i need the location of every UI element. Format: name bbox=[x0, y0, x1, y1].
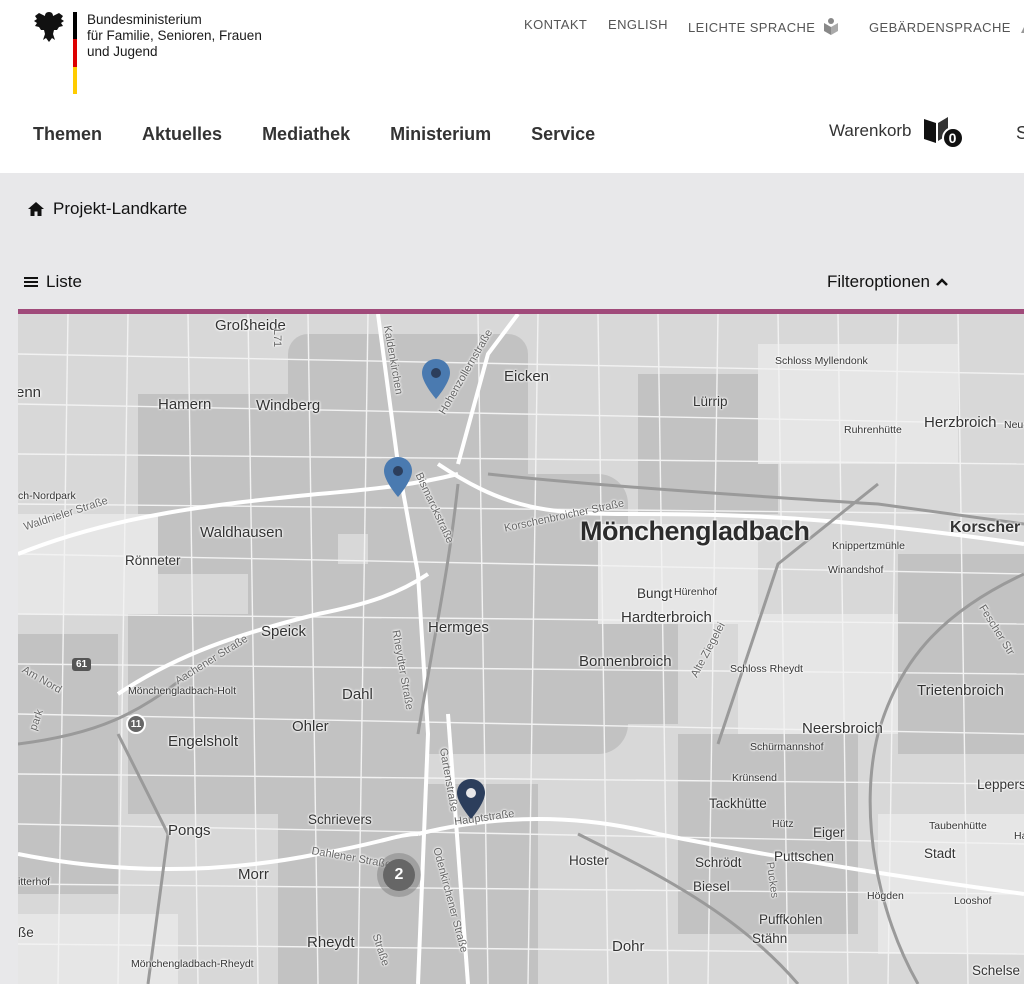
label-stadt: Stadt bbox=[924, 846, 956, 861]
project-marker-pin-1[interactable] bbox=[421, 358, 451, 400]
label-korschenbroich: Korscher bbox=[950, 519, 1021, 536]
label-hardterbroich: Hardterbroich bbox=[621, 609, 712, 626]
label-trietenbroich: Trietenbroich bbox=[917, 682, 1004, 699]
label-huerenhof: Hürenhof bbox=[674, 586, 718, 598]
marker-cluster[interactable]: 2 bbox=[377, 853, 421, 897]
label-tackhuette: Tackhütte bbox=[709, 796, 767, 811]
label-staehn: Stähn bbox=[752, 931, 788, 946]
search-link[interactable]: S bbox=[1016, 123, 1024, 144]
label-herzbroich: Herzbroich bbox=[924, 414, 997, 431]
label-schroedt: Schrödt bbox=[695, 855, 742, 870]
label-kruensend: Krünsend bbox=[732, 772, 777, 784]
label-dohr: Dohr bbox=[612, 938, 645, 955]
label-ha: Ha bbox=[1014, 830, 1024, 842]
label-winandshof: Winandshof bbox=[828, 564, 884, 576]
label-knippertzmuehle: Knippertzmühle bbox=[832, 540, 905, 552]
map-tiles[interactable] bbox=[18, 314, 1024, 984]
label-eiger: Eiger bbox=[813, 825, 845, 840]
label-huetz: Hütz bbox=[772, 818, 794, 830]
label-hoegden: Högden bbox=[867, 890, 904, 902]
label-mg-rheydt: Mönchengladbach-Rheydt bbox=[131, 958, 254, 970]
cart-button[interactable]: Warenkorb 0 bbox=[829, 113, 964, 149]
breadcrumb-current: Projekt-Landkarte bbox=[53, 199, 188, 218]
label-morr: Morr bbox=[238, 866, 269, 883]
english-link[interactable]: ENGLISH bbox=[608, 17, 668, 32]
kontakt-link[interactable]: KONTAKT bbox=[524, 17, 587, 32]
nav-mediathek[interactable]: Mediathek bbox=[262, 124, 350, 145]
project-marker-pin-3[interactable] bbox=[456, 778, 486, 820]
label-enn: enn bbox=[18, 384, 42, 401]
label-schloss-myllendonk: Schloss Myllendonk bbox=[775, 355, 868, 367]
list-icon bbox=[24, 277, 38, 287]
label-moenchengladbach-holt: Mönchengladbach-Holt bbox=[128, 685, 236, 697]
label-leppers: Leppers bbox=[977, 777, 1024, 792]
motorway-shield-a61: 61 bbox=[72, 658, 92, 671]
label-hoster: Hoster bbox=[569, 853, 609, 868]
label-puffkohlen: Puffkohlen bbox=[759, 912, 823, 927]
label-l71: L71 bbox=[271, 328, 284, 348]
label-luerrip: Lürrip bbox=[693, 394, 728, 409]
leichte-sprache-link[interactable]: LEICHTE SPRACHE bbox=[688, 17, 841, 37]
label-itterhof: itterhof bbox=[18, 876, 51, 888]
highway-shield-b11: 11 bbox=[126, 714, 146, 734]
label-neersbroich: Neersbroich bbox=[802, 720, 883, 737]
chevron-up-icon bbox=[936, 278, 948, 286]
list-view-button[interactable]: Liste bbox=[24, 272, 82, 292]
label-bonnenbroich: Bonnenbroich bbox=[579, 653, 672, 670]
label-schelsen: Schelse bbox=[972, 963, 1021, 978]
map-toolbar: Liste Filteroptionen bbox=[24, 272, 1024, 294]
main-nav: Themen Aktuelles Mediathek Ministerium S… bbox=[33, 124, 595, 145]
label-ohler: Ohler bbox=[292, 718, 329, 735]
marker-cluster-count: 2 bbox=[383, 859, 415, 891]
site-header: Bundesministerium für Familie, Senioren,… bbox=[0, 0, 1024, 173]
project-marker-pin-2[interactable] bbox=[383, 456, 413, 498]
sign-language-icon bbox=[1020, 26, 1024, 33]
book-cart-icon: 0 bbox=[922, 113, 964, 149]
label-schrievers: Schrievers bbox=[308, 812, 372, 827]
gebaerdensprache-label: GEBÄRDENSPRACHE bbox=[869, 19, 1011, 35]
label-schuermannshof: Schürmannshof bbox=[750, 741, 824, 753]
filter-options-toggle[interactable]: Filteroptionen bbox=[827, 272, 948, 292]
label-dahl: Dahl bbox=[342, 686, 373, 703]
label-sse: ße bbox=[18, 925, 34, 940]
breadcrumb: Projekt-Landkarte bbox=[27, 199, 187, 219]
label-schloss-rheydt: Schloss Rheydt bbox=[730, 663, 803, 675]
label-looshof: Looshof bbox=[954, 895, 992, 907]
list-view-label: Liste bbox=[46, 272, 82, 291]
label-roenneter: Rönneter bbox=[125, 553, 181, 568]
label-bungt: Bungt bbox=[637, 586, 673, 601]
cart-count-badge: 0 bbox=[941, 127, 964, 149]
label-city-moenchengladbach: Mönchengladbach bbox=[580, 516, 810, 546]
nav-service[interactable]: Service bbox=[531, 124, 595, 145]
flag-gold bbox=[73, 66, 77, 94]
flag-red bbox=[73, 39, 77, 67]
leichte-sprache-label: LEICHTE SPRACHE bbox=[688, 19, 816, 35]
nav-themen[interactable]: Themen bbox=[33, 124, 102, 145]
gebaerdensprache-link[interactable]: GEBÄRDENSPRACHE bbox=[869, 17, 1024, 37]
nav-aktuelles[interactable]: Aktuelles bbox=[142, 124, 222, 145]
project-map[interactable]: Großheide Eicken Hamern Windberg Lürrip … bbox=[18, 314, 1024, 984]
service-nav: KONTAKT ENGLISH LEICHTE SPRACHE GEBÄRDEN… bbox=[0, 17, 1024, 37]
label-waldhausen: Waldhausen bbox=[200, 524, 283, 541]
label-puttschen: Puttschen bbox=[774, 849, 835, 864]
label-neu: Neu- bbox=[1004, 419, 1024, 431]
label-hamern: Hamern bbox=[158, 396, 212, 413]
nav-ministerium[interactable]: Ministerium bbox=[390, 124, 491, 145]
label-pongs: Pongs bbox=[168, 822, 211, 839]
label-biesel: Biesel bbox=[693, 879, 730, 894]
label-taubenhuette: Taubenhütte bbox=[929, 820, 987, 832]
label-nordpark: ch-Nordpark bbox=[18, 490, 76, 502]
home-icon[interactable] bbox=[27, 201, 45, 217]
easy-language-icon bbox=[824, 18, 839, 35]
label-ruhrenhuette: Ruhrenhütte bbox=[844, 424, 902, 436]
cart-label: Warenkorb bbox=[829, 121, 912, 140]
label-engelsholt: Engelsholt bbox=[168, 733, 239, 750]
label-hermges: Hermges bbox=[428, 619, 489, 636]
filter-options-label: Filteroptionen bbox=[826, 272, 930, 291]
ministry-line-3: und Jugend bbox=[87, 44, 158, 59]
label-speick: Speick bbox=[261, 623, 307, 640]
label-eicken: Eicken bbox=[504, 368, 550, 385]
label-windberg: Windberg bbox=[256, 397, 321, 414]
label-rheydt: Rheydt bbox=[307, 934, 355, 951]
